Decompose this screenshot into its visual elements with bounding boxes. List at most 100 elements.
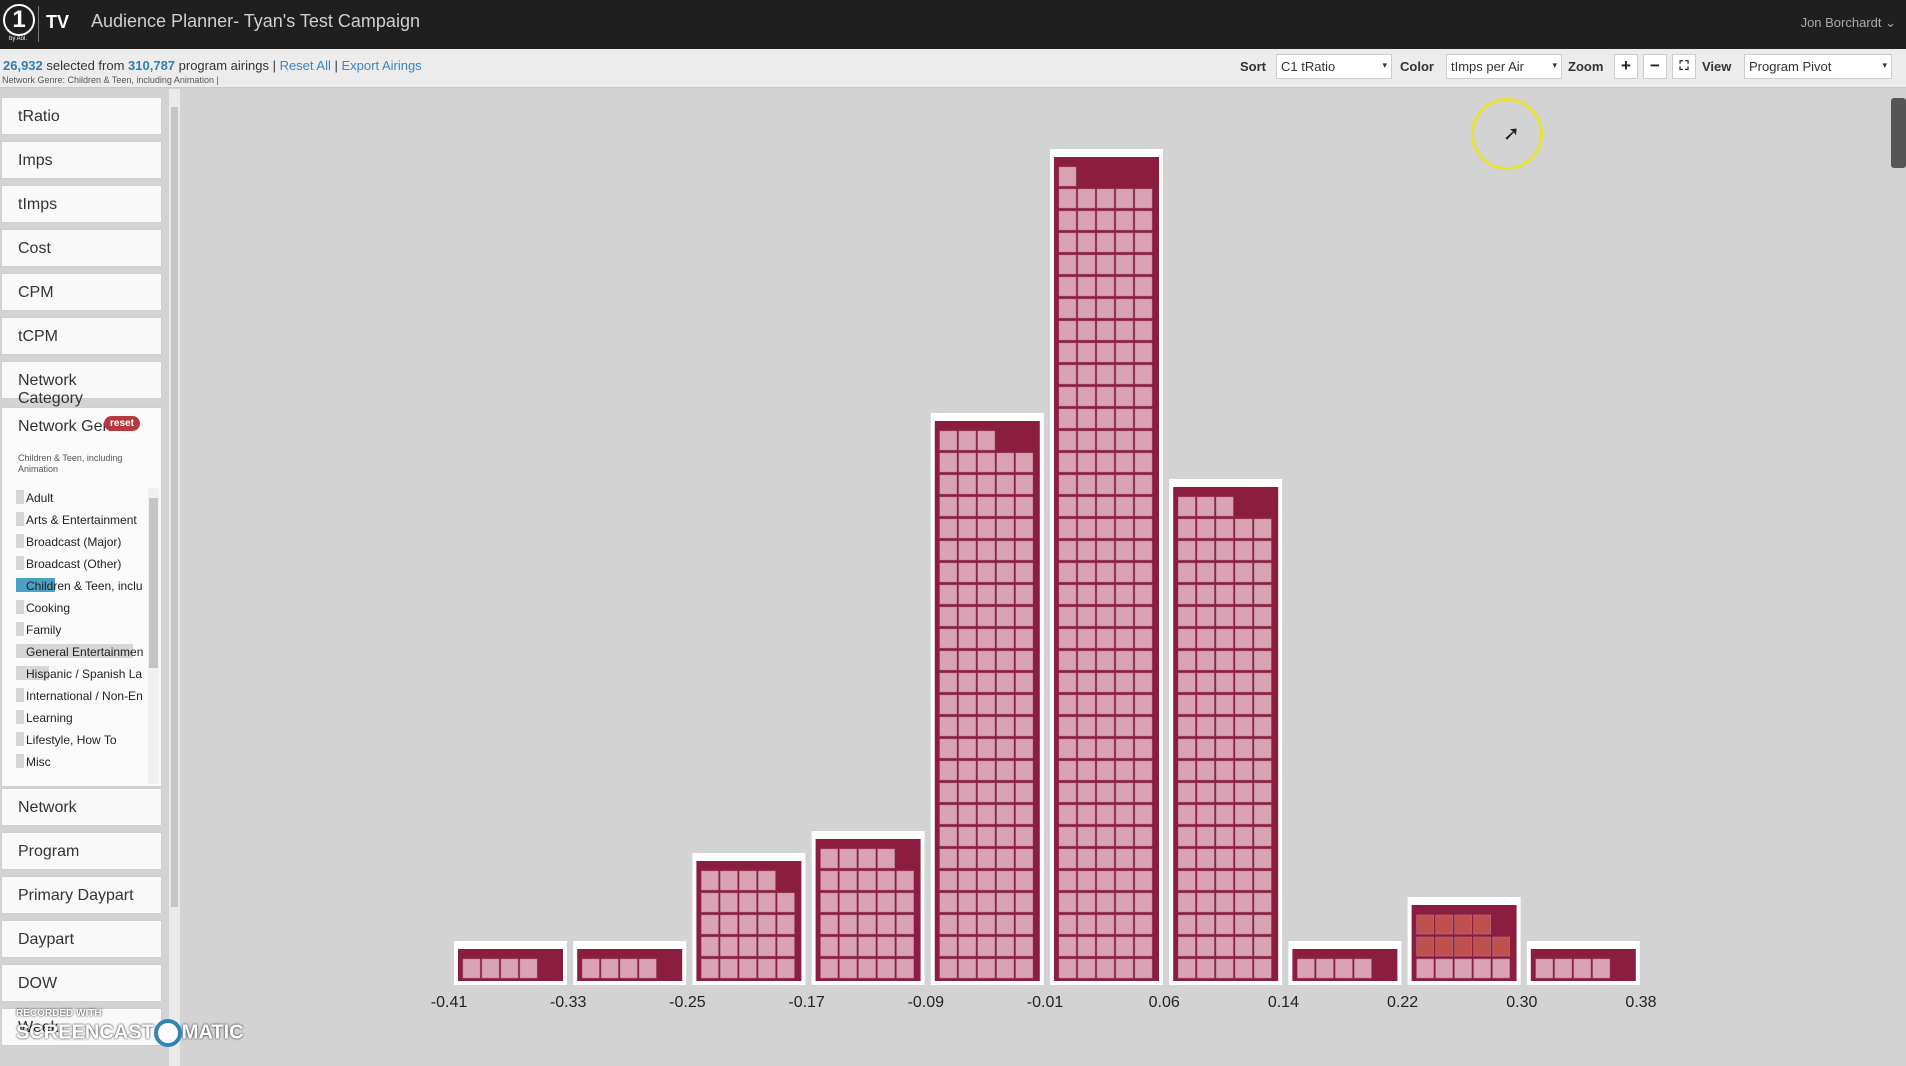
filter-program[interactable]: Program bbox=[1, 832, 162, 870]
program-tile bbox=[1554, 958, 1573, 979]
program-tile bbox=[1096, 210, 1115, 231]
filter-cost[interactable]: Cost bbox=[1, 229, 162, 267]
genre-option[interactable]: Cooking bbox=[15, 596, 148, 618]
program-tile bbox=[858, 848, 876, 869]
sidebar-scroll-thumb[interactable] bbox=[171, 107, 178, 907]
filter-timps[interactable]: tImps bbox=[1, 185, 162, 223]
filter-tratio[interactable]: tRatio bbox=[1, 97, 162, 135]
filter-imps[interactable]: Imps bbox=[1, 141, 162, 179]
genre-option[interactable]: General Entertainmen bbox=[15, 640, 148, 662]
separator: | bbox=[330, 58, 342, 73]
program-tile bbox=[1077, 914, 1096, 935]
logo-tv: TV bbox=[46, 12, 70, 32]
filter-primary-daypart[interactable]: Primary Daypart bbox=[1, 876, 162, 914]
genre-option[interactable]: International / Non-En bbox=[15, 684, 148, 706]
program-tile bbox=[1134, 694, 1153, 715]
program-tile bbox=[977, 804, 996, 825]
filter-tcpm[interactable]: tCPM bbox=[1, 317, 162, 355]
filter-dow[interactable]: DOW bbox=[1, 964, 162, 1002]
genre-option[interactable]: Adult bbox=[15, 486, 148, 508]
logo-subtext: by Aol. bbox=[9, 36, 28, 42]
program-tile bbox=[1177, 892, 1196, 913]
program-tile bbox=[1177, 782, 1196, 803]
genre-list-scrollbar[interactable] bbox=[148, 488, 159, 784]
fullscreen-button[interactable]: ⛶ bbox=[1672, 54, 1696, 79]
program-tile bbox=[1096, 936, 1115, 957]
program-tile bbox=[1134, 562, 1153, 583]
sort-select[interactable]: C1 tRatio ▾ bbox=[1276, 54, 1392, 79]
program-tile bbox=[777, 936, 795, 957]
program-tile bbox=[1134, 892, 1153, 913]
color-select[interactable]: tImps per Air ▾ bbox=[1446, 54, 1562, 79]
genre-option-label: Family bbox=[26, 623, 62, 637]
program-tile bbox=[1015, 892, 1034, 913]
program-tile bbox=[1196, 738, 1215, 759]
genre-option[interactable]: Learning bbox=[15, 706, 148, 728]
program-tile bbox=[1253, 650, 1272, 671]
selected-count: 26,932 bbox=[3, 58, 43, 73]
program-tile bbox=[820, 914, 838, 935]
logo-icon[interactable]: 1 bbox=[3, 4, 35, 36]
genre-reset-button[interactable]: reset bbox=[104, 416, 140, 431]
genre-option[interactable]: Children & Teen, inclu bbox=[15, 574, 148, 596]
reset-all-link[interactable]: Reset All bbox=[280, 58, 331, 73]
program-tile bbox=[1058, 562, 1077, 583]
program-tile bbox=[1058, 914, 1077, 935]
program-tile bbox=[958, 694, 977, 715]
program-tile bbox=[1134, 452, 1153, 473]
genre-option[interactable]: Misc bbox=[15, 750, 148, 772]
filter-cpm[interactable]: CPM bbox=[1, 273, 162, 311]
genre-option[interactable]: Broadcast (Major) bbox=[15, 530, 148, 552]
program-tile bbox=[1215, 716, 1234, 737]
screencast-watermark: RECORDED WITH SCREENCAST MATIC bbox=[16, 1008, 244, 1047]
sidebar-scrollbar[interactable] bbox=[169, 89, 180, 1066]
program-tile bbox=[1077, 870, 1096, 891]
program-tile bbox=[977, 430, 996, 451]
program-tile bbox=[1196, 694, 1215, 715]
program-tile bbox=[1096, 694, 1115, 715]
program-tile bbox=[1215, 936, 1234, 957]
program-tile bbox=[1015, 496, 1034, 517]
program-tile bbox=[1015, 694, 1034, 715]
zoom-out-button[interactable]: − bbox=[1643, 54, 1667, 79]
program-tile bbox=[1416, 914, 1434, 935]
program-tile bbox=[1253, 738, 1272, 759]
program-tile bbox=[1077, 298, 1096, 319]
program-tile bbox=[1253, 606, 1272, 627]
program-tile bbox=[1115, 584, 1134, 605]
filter-daypart[interactable]: Daypart bbox=[1, 920, 162, 958]
program-tile bbox=[1015, 474, 1034, 495]
program-tile bbox=[1058, 452, 1077, 473]
program-tile bbox=[1215, 562, 1234, 583]
program-tile bbox=[977, 716, 996, 737]
program-tile bbox=[896, 914, 914, 935]
filter-network[interactable]: Network bbox=[1, 788, 162, 826]
genre-option[interactable]: Arts & Entertainment bbox=[15, 508, 148, 530]
logo-divider bbox=[38, 6, 39, 42]
program-tile bbox=[896, 936, 914, 957]
genre-option[interactable]: Broadcast (Other) bbox=[15, 552, 148, 574]
program-tile bbox=[1435, 958, 1453, 979]
program-tile bbox=[939, 606, 958, 627]
main-scrollbar-thumb[interactable] bbox=[1891, 98, 1906, 168]
export-airings-link[interactable]: Export Airings bbox=[341, 58, 421, 73]
program-tile bbox=[977, 474, 996, 495]
filter-network-category[interactable]: Network Category bbox=[1, 361, 162, 407]
program-tile bbox=[1115, 452, 1134, 473]
genre-option-label: Cooking bbox=[26, 601, 71, 615]
view-select[interactable]: Program Pivot ▾ bbox=[1744, 54, 1892, 79]
program-tile bbox=[1354, 958, 1372, 979]
zoom-in-button[interactable]: + bbox=[1614, 54, 1638, 79]
genre-option[interactable]: Hispanic / Spanish La bbox=[15, 662, 148, 684]
program-tile bbox=[739, 870, 757, 891]
genre-option[interactable]: Lifestyle, How To bbox=[15, 728, 148, 750]
genre-scroll-thumb[interactable] bbox=[149, 498, 158, 668]
program-tile bbox=[701, 958, 719, 979]
program-tile bbox=[1196, 826, 1215, 847]
genre-option[interactable]: Family bbox=[15, 618, 148, 640]
user-menu[interactable]: Jon Borchardt ⌄ bbox=[1801, 15, 1896, 31]
program-tile bbox=[1115, 760, 1134, 781]
program-tile bbox=[1115, 716, 1134, 737]
program-tile bbox=[977, 518, 996, 539]
program-tile bbox=[1454, 914, 1472, 935]
